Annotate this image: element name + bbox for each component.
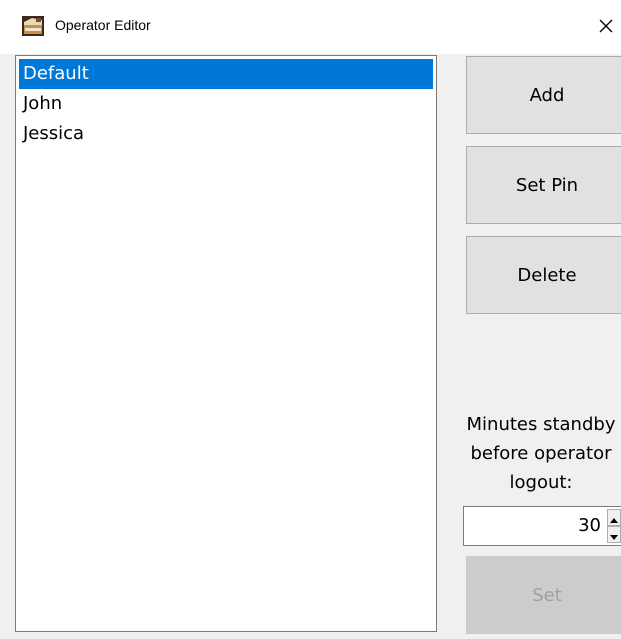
list-item-john[interactable]: John	[19, 89, 433, 119]
close-icon	[598, 18, 614, 34]
title-bar: Operator Editor	[0, 0, 621, 54]
list-item-default[interactable]: Default	[19, 59, 433, 89]
delete-button[interactable]: Delete	[466, 236, 621, 314]
close-button[interactable]	[588, 8, 621, 44]
spin-down-button[interactable]	[607, 526, 621, 543]
standby-minutes-value[interactable]: 30	[578, 507, 601, 545]
spin-up-button[interactable]	[607, 509, 621, 526]
list-item-jessica[interactable]: Jessica	[19, 119, 433, 149]
set-pin-button[interactable]: Set Pin	[466, 146, 621, 224]
operator-list[interactable]: Default John Jessica	[15, 55, 437, 632]
add-button[interactable]: Add	[466, 56, 621, 134]
standby-minutes-label: Minutes standby before operator logout:	[466, 414, 616, 493]
standby-minutes-spinner[interactable]: 30	[463, 506, 621, 546]
arrow-down-icon	[610, 525, 618, 544]
operator-editor-window: Operator Editor Default John Jessica Add…	[0, 0, 621, 639]
app-icon	[22, 16, 44, 36]
window-title: Operator Editor	[55, 17, 151, 33]
set-button[interactable]: Set	[466, 556, 621, 634]
